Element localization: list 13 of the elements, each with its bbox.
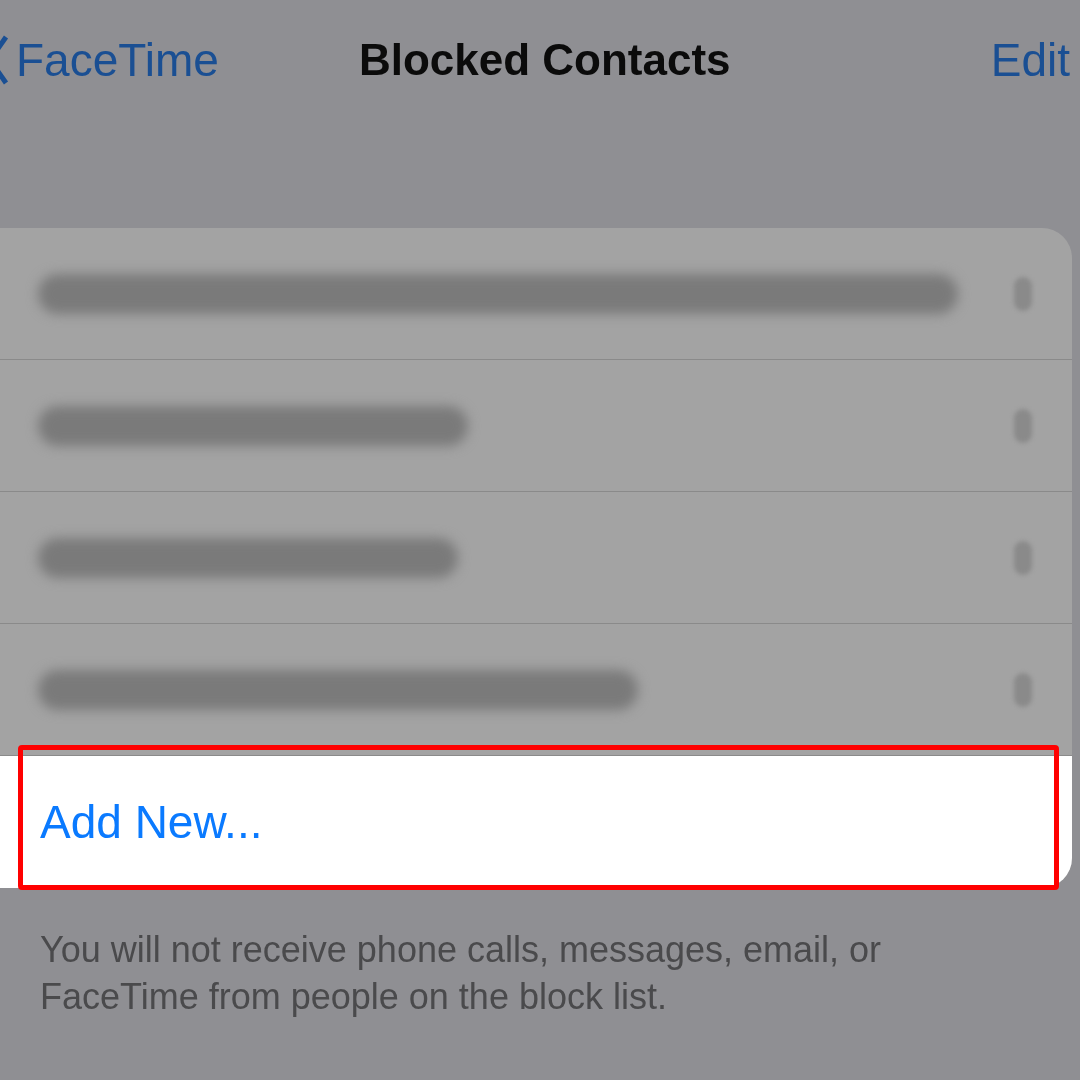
blurred-contact[interactable] — [38, 537, 458, 578]
edit-button[interactable]: Edit — [990, 33, 1070, 87]
blurred-contact[interactable] — [38, 273, 958, 314]
chevron-icon — [1014, 672, 1032, 707]
back-button[interactable]: FaceTime — [0, 33, 219, 87]
chevron-icon — [1014, 276, 1032, 311]
chevron-icon — [1014, 408, 1032, 443]
chevron-icon — [1014, 540, 1032, 575]
blurred-contact[interactable] — [38, 669, 638, 710]
page-title: Blocked Contacts — [358, 35, 731, 85]
add-new-button[interactable]: Add New... — [0, 756, 1072, 888]
footer-note: You will not receive phone calls, messages, email, or FaceTime from people on the block list. — [40, 928, 883, 1019]
blurred-contact[interactable] — [38, 405, 468, 446]
